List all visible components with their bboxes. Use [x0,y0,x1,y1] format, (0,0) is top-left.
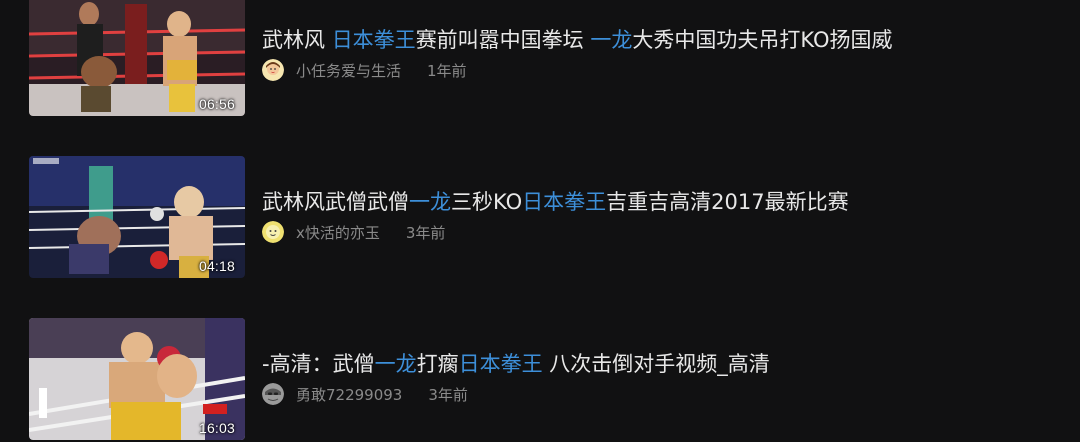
video-author[interactable]: 勇敢72299093 [296,384,402,405]
video-thumbnail[interactable]: 04:18 [29,156,245,278]
video-meta: 小任务爱与生活 1年前 [262,58,467,82]
video-author[interactable]: 小任务爱与生活 [296,60,401,81]
video-item[interactable]: 16:03 -高清：武僧一龙打瘸日本拳王 八次击倒对手视频_高清 勇敢72299… [0,318,1080,440]
video-author[interactable]: x快活的亦玉 [296,222,380,243]
title-text-segment: 武林风 [262,28,332,52]
video-meta: x快活的亦玉 3年前 [262,220,445,244]
title-keyword-highlight: 日本拳王 [331,28,416,52]
yellow-cartoon-avatar-icon[interactable] [262,221,284,243]
video-duration: 06:56 [198,96,235,112]
video-duration: 04:18 [198,258,235,274]
video-title[interactable]: 武林风 日本拳王赛前叫嚣中国拳坛 一龙大秀中国功夫吊打KO扬国威 [262,26,1062,54]
title-text-segment: -高清：武僧 [262,352,375,376]
video-time: 3年前 [428,385,468,404]
title-text-segment: 大秀中国功夫吊打KO扬国威 [632,28,893,52]
gray-default-avatar-icon[interactable] [262,383,284,405]
video-item[interactable]: 06:56 武林风 日本拳王赛前叫嚣中国拳坛 一龙大秀中国功夫吊打KO扬国威 小… [0,0,1080,116]
title-text-segment: 打瘸 [416,352,459,376]
video-title[interactable]: -高清：武僧一龙打瘸日本拳王 八次击倒对手视频_高清 [262,350,1062,378]
title-text-segment: 赛前叫嚣中国拳坛 [415,28,591,52]
video-title[interactable]: 武林风武僧武僧一龙三秒KO日本拳王吉重吉高清2017最新比赛 [262,188,1062,216]
title-keyword-highlight: 日本拳王 [522,190,607,214]
title-text-segment: 武林风武僧武僧 [262,190,409,214]
title-text-segment: 吉重吉高清2017最新比赛 [606,190,849,214]
video-item[interactable]: 04:18 武林风武僧武僧一龙三秒KO日本拳王吉重吉高清2017最新比赛 x快活… [0,156,1080,278]
title-text-segment: 八次击倒对手视频_高清 [542,352,770,376]
cartoon-girl-avatar-icon[interactable] [262,59,284,81]
video-thumbnail[interactable]: 06:56 [29,0,245,116]
video-result-list: 06:56 武林风 日本拳王赛前叫嚣中国拳坛 一龙大秀中国功夫吊打KO扬国威 小… [0,0,1080,442]
title-keyword-highlight: 一龙 [409,190,451,214]
video-thumbnail[interactable]: 16:03 [29,318,245,440]
video-meta: 勇敢72299093 3年前 [262,382,468,406]
video-time: 1年前 [427,61,467,80]
title-text-segment: 三秒KO [451,190,523,214]
title-keyword-highlight: 一龙 [374,352,417,376]
video-duration: 16:03 [198,420,235,436]
video-time: 3年前 [405,223,446,242]
title-keyword-highlight: 一龙 [590,28,633,52]
title-keyword-highlight: 日本拳王 [458,352,543,376]
